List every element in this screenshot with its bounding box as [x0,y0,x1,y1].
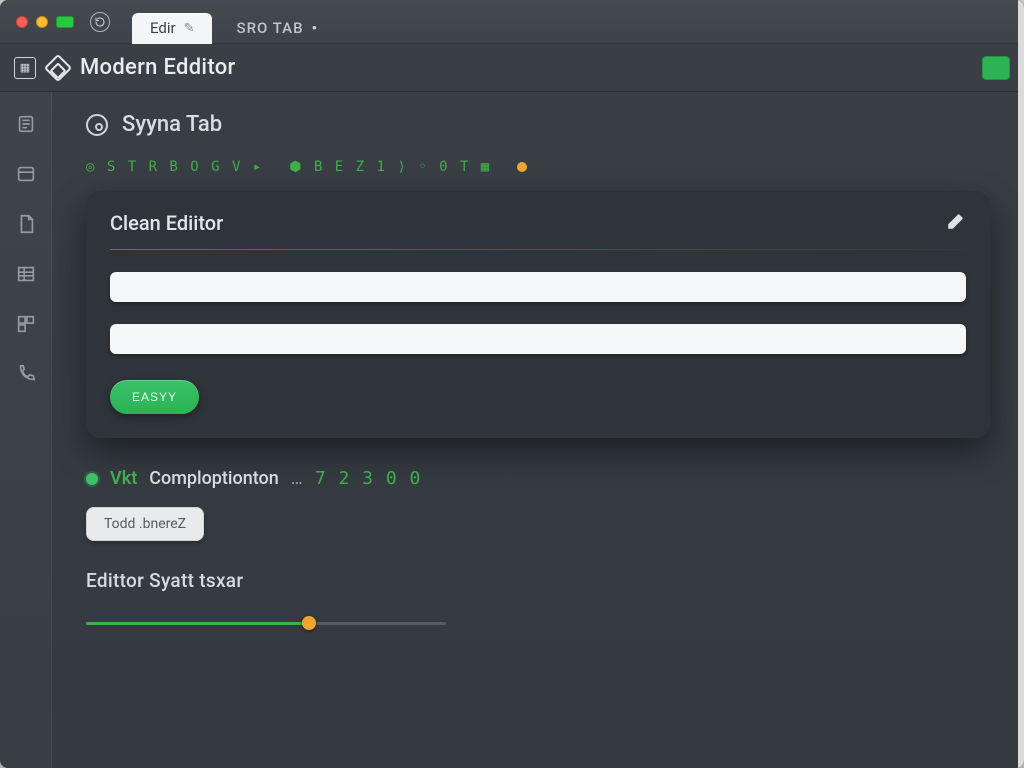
card-divider [110,249,966,250]
window-edge [1018,0,1024,768]
card-title: Clean Ediitor [110,211,223,235]
slider-fill [86,622,309,625]
app-window: Edir ✎ SRO TAB • ▦ Modern Edditor [0,0,1024,768]
refresh-icon[interactable] [90,12,110,32]
window-controls [10,16,80,28]
todd-chip[interactable]: Todd .bnereZ [86,507,204,541]
edit-icon[interactable] [946,213,966,233]
completion-value: 7 2 3 0 0 [315,468,422,489]
completion-prefix: Vkt [110,468,137,489]
sub-heading: Edittor Syatt tsxar [86,569,990,592]
tab-sro[interactable]: SRO TAB • [218,13,336,43]
pencil-box-icon [44,53,72,81]
sidebar [0,92,52,768]
progress-slider[interactable] [86,614,446,632]
tab-label: Edir [150,19,176,37]
app-title: Modern Edditor [80,55,236,80]
layout-icon[interactable] [12,162,40,186]
app-header: ▦ Modern Edditor [0,44,1024,92]
status-chip[interactable] [982,56,1010,80]
chip-label: Todd .bnereZ [104,516,186,532]
app-body: Syyna Tab ◎ S T R B O G V ▸ ⬢ B E Z 1 ⟩ … [0,92,1024,768]
tab-label: SRO TAB [236,19,303,37]
modified-dot-icon: • [312,19,318,37]
pencil-icon: ✎ [184,21,195,36]
card-header: Clean Ediitor [110,211,966,235]
page-icon[interactable] [12,212,40,236]
grid-icon[interactable]: ▦ [14,57,36,79]
phone-icon[interactable] [12,362,40,386]
success-dot-icon [86,473,98,485]
content-area: Syyna Tab ◎ S T R B O G V ▸ ⬢ B E Z 1 ⟩ … [52,92,1024,768]
completion-ellipsis: … [291,468,303,489]
tab-editor[interactable]: Edir ✎ [132,13,212,43]
files-icon[interactable] [12,112,40,136]
titlebar: Edir ✎ SRO TAB • [0,0,1024,44]
slider-thumb[interactable] [302,616,316,630]
section-title-text: Syyna Tab [122,112,222,137]
text-input-2[interactable] [110,324,966,354]
maximize-window-pill[interactable] [56,16,74,28]
easy-button[interactable]: EASYY [110,380,199,414]
code-segment-a: ◎ S T R B O G V ▸ [86,159,263,175]
text-input-1[interactable] [110,272,966,302]
close-window-dot[interactable] [16,16,28,28]
code-strip: ◎ S T R B O G V ▸ ⬢ B E Z 1 ⟩ ◦ 0 T ▦ [86,159,990,175]
table-icon[interactable] [12,262,40,286]
widget-icon[interactable] [12,312,40,336]
minimize-window-dot[interactable] [36,16,48,28]
completion-row: Vkt Comploptionton … 7 2 3 0 0 [86,468,990,489]
code-segment-b: ⬢ B E Z 1 ⟩ ◦ 0 T ▦ [289,159,491,175]
tab-bar: Edir ✎ SRO TAB • [132,0,336,43]
section-heading: Syyna Tab [86,112,990,137]
status-dot-icon [517,162,527,172]
target-icon [86,114,108,136]
completion-label: Comploptionton [149,468,279,489]
editor-card: Clean Ediitor EASYY [86,191,990,438]
